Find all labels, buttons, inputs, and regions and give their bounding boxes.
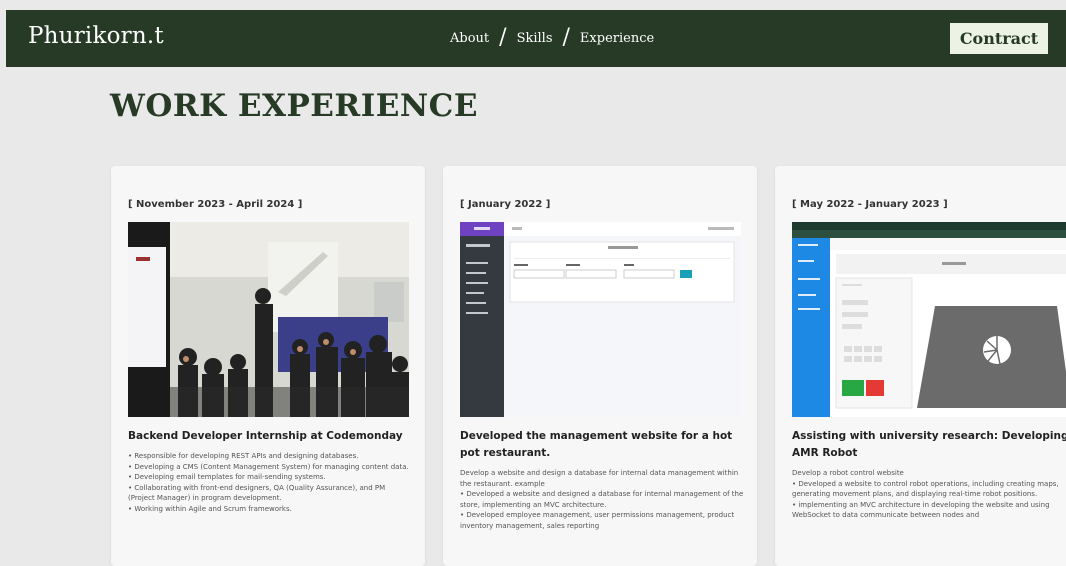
nav-link-skills[interactable]: Skills: [517, 31, 553, 46]
description-line: • implementing an MVC architecture in de…: [792, 500, 1050, 520]
description-line: • Developed employee management, user pe…: [460, 511, 735, 530]
internship-photo: [128, 222, 409, 417]
description-line: • Collaborating with front-end designers…: [128, 483, 386, 503]
nav-link-about[interactable]: About: [450, 31, 489, 46]
card-date: [ January 2022 ]: [460, 199, 551, 210]
card-date: [ May 2022 - January 2023 ]: [792, 199, 948, 210]
brand-logo[interactable]: Phurikorn.t: [28, 23, 164, 49]
nav-separator: /: [562, 25, 570, 50]
card-date: [ November 2023 - April 2024 ]: [128, 199, 303, 210]
top-navbar: Phurikorn.t About / Skills / Experience …: [6, 10, 1066, 67]
card-title: Backend Developer Internship at Codemond…: [128, 430, 403, 442]
description-line: • Responsible for developing REST APIs a…: [128, 452, 359, 460]
description-line: • Developed a website to control robot o…: [792, 479, 1059, 499]
description-line: • Developing email templates for mail-se…: [128, 473, 326, 481]
card-title: Developed the management website for a h…: [460, 430, 733, 459]
experience-card-amr-robot[interactable]: [ May 2022 - January 2023 ] Assisting wi…: [775, 166, 1066, 566]
dashboard-screenshot: [460, 222, 741, 417]
contract-button[interactable]: Contract: [950, 23, 1048, 54]
description-line: • Working within Agile and Scrum framewo…: [128, 504, 292, 513]
card-description: Develop a robot control website • Develo…: [792, 468, 1066, 521]
card-description: • Responsible for developing REST APIs a…: [128, 451, 414, 514]
card-description: Develop a website and design a database …: [460, 468, 746, 531]
description-line: Develop a robot control website: [792, 469, 904, 477]
experience-card-codemonday[interactable]: [ November 2023 - April 2024 ] Backend D…: [111, 166, 425, 566]
nav-links: About / Skills / Experience: [450, 25, 654, 50]
description-line: • Developing a CMS (Content Management S…: [128, 462, 409, 471]
experience-card-hotpot[interactable]: [ January 2022 ] Developed the managemen…: [443, 166, 757, 566]
page-title: WORK EXPERIENCE: [110, 88, 478, 124]
card-title: Assisting with university research: Deve…: [792, 430, 1066, 459]
nav-separator: /: [499, 25, 507, 50]
description-line: • Developed a website and designed a dat…: [460, 490, 744, 509]
nav-link-experience[interactable]: Experience: [580, 31, 654, 46]
robot-control-screenshot: [792, 222, 1066, 417]
description-line: Develop a website and design a database …: [460, 469, 739, 488]
